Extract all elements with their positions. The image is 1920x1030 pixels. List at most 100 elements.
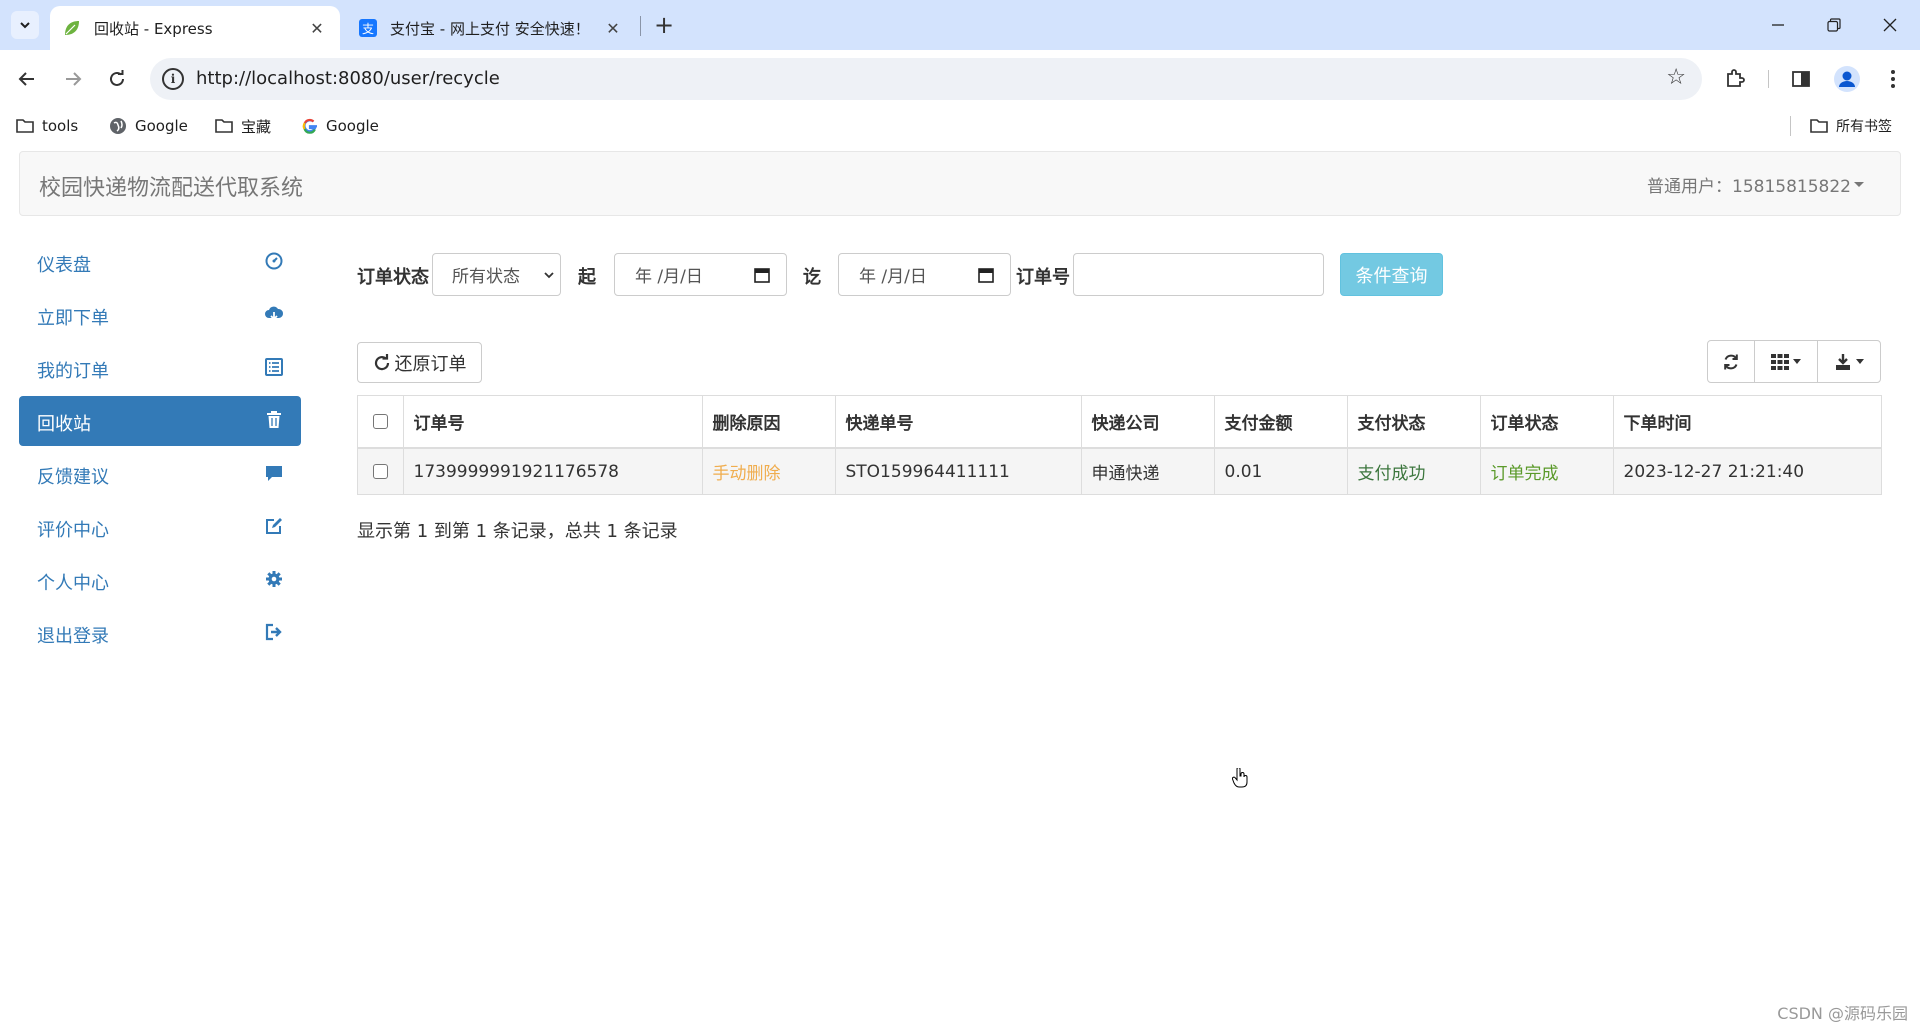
bookmark-tools[interactable]: tools [16,114,78,138]
minimize-button[interactable] [1750,0,1806,50]
table-row[interactable]: 1739999991921176578 手动删除 STO159964411111… [358,448,1881,494]
sidebar: 仪表盘 立即下单 我的订单 回收站 反馈建议 评价中心 个人中心 退出登录 [19,237,301,661]
order-time-cell: 2023-12-27 21:21:40 [1612,448,1881,494]
column-header[interactable]: 支付金额 [1213,396,1347,449]
refresh-table-button[interactable] [1707,340,1755,383]
close-icon[interactable]: ✕ [306,17,328,39]
end-date-placeholder: 年 /月/日 [859,267,927,287]
column-header[interactable]: 删除原因 [701,396,835,449]
minimize-icon [1772,24,1784,26]
bookmark-google-2[interactable]: Google [302,114,379,138]
app-brand[interactable]: 校园快递物流配送代取系统 [39,170,303,202]
user-menu[interactable]: 普通用户：15815815822 [1647,172,1864,197]
column-header[interactable]: 快递公司 [1080,396,1214,449]
restore-window-button[interactable] [1806,0,1862,50]
site-info-icon[interactable]: i [162,68,184,90]
status-filter-select[interactable]: 所有状态 [432,253,561,296]
tab-title: 支付宝 - 网上支付 安全快速！ [390,19,590,38]
tab-alipay[interactable]: 支 支付宝 - 网上支付 安全快速！ ✕ [346,6,636,50]
browser-tab-bar: 回收站 - Express ✕ 支 支付宝 - 网上支付 安全快速！ ✕ + [0,0,1920,50]
sidebar-item-my-orders[interactable]: 我的订单 [19,343,301,393]
chevron-down-icon [20,22,30,29]
side-panel-button[interactable] [1784,62,1818,96]
sidebar-item-label: 回收站 [37,414,91,435]
edit-icon [264,516,284,536]
sidebar-item-reviews[interactable]: 评价中心 [19,502,301,552]
column-header[interactable]: 快递单号 [834,396,1081,449]
address-bar[interactable]: i http://localhost:8080/user/recycle ☆ [150,58,1702,100]
column-header[interactable]: 下单时间 [1612,396,1881,449]
bookmark-treasure[interactable]: 宝藏 [215,114,271,138]
sidebar-item-place-order[interactable]: 立即下单 [19,290,301,340]
bookmarks-bar: tools Google 宝藏 Google 所有书签 [0,108,1920,144]
reload-button[interactable] [100,62,134,96]
all-bookmarks[interactable]: 所有书签 [1810,114,1892,138]
calendar-icon[interactable] [978,267,994,283]
close-icon[interactable]: ✕ [602,17,624,39]
toolbar-divider [1768,70,1769,88]
column-header[interactable]: 订单号 [402,396,702,449]
bookmark-google-1[interactable]: Google [109,114,188,138]
amount-cell: 0.01 [1213,448,1347,494]
bookmark-label: 所有书签 [1836,119,1892,135]
app-navbar: 校园快递物流配送代取系统 普通用户：15815815822 [19,151,1901,216]
close-icon [1883,18,1897,32]
folder-icon [16,118,34,134]
folder-icon [215,118,233,134]
sidebar-item-dashboard[interactable]: 仪表盘 [19,237,301,287]
cog-icon [264,569,284,589]
trash-icon [264,410,284,430]
start-date-input[interactable]: 年 /月/日 [614,253,787,296]
column-header[interactable]: 订单状态 [1479,396,1613,449]
list-icon [264,357,284,377]
end-date-label: 讫 [803,267,821,288]
restore-order-label: 还原订单 [394,353,467,375]
bookmark-star-icon[interactable]: ☆ [1666,65,1686,90]
row-checkbox[interactable] [372,464,388,479]
order-no-label: 订单号 [1016,267,1070,288]
tab-recycle[interactable]: 回收站 - Express ✕ [50,6,340,50]
google-icon [302,118,318,134]
orders-table: 订单号 删除原因 快递单号 快递公司 支付金额 支付状态 订单状态 下单时间 1… [357,395,1882,495]
back-button[interactable] [10,62,44,96]
reload-icon [110,70,124,86]
menu-button[interactable] [1876,62,1910,96]
extensions-button[interactable] [1718,62,1752,96]
sidebar-item-feedback[interactable]: 反馈建议 [19,449,301,499]
restore-window-icon [1827,18,1841,32]
leaf-icon [62,18,82,38]
close-window-button[interactable] [1862,0,1918,50]
export-button[interactable] [1817,340,1881,383]
start-date-placeholder: 年 /月/日 [635,267,703,287]
query-button[interactable]: 条件查询 [1340,253,1443,296]
calendar-icon[interactable] [754,267,770,283]
grid-icon [1771,353,1789,370]
order-no-input[interactable] [1073,253,1324,296]
profile-button[interactable] [1830,62,1864,96]
tracking-no-cell: STO159964411111 [834,448,1081,494]
sidebar-item-label: 个人中心 [37,573,109,594]
new-tab-button[interactable]: + [650,11,678,39]
pagination-info: 显示第 1 到第 1 条记录，总共 1 条记录 [357,521,678,542]
columns-toggle-button[interactable] [1754,340,1818,383]
sidebar-item-logout[interactable]: 退出登录 [19,608,301,658]
export-icon [1836,353,1850,370]
tab-search-button[interactable] [11,11,39,39]
column-header[interactable]: 支付状态 [1346,396,1480,449]
user-name: 普通用户：15815815822 [1647,177,1851,197]
order-no-cell: 1739999991921176578 [402,448,702,494]
dashboard-icon [264,251,284,271]
restore-order-button[interactable]: 还原订单 [357,342,482,383]
arrow-left-icon [18,72,34,86]
sidebar-item-recycle[interactable]: 回收站 [19,396,301,446]
forward-button[interactable] [56,62,90,96]
url-text[interactable]: http://localhost:8080/user/recycle [196,68,500,89]
svg-text:支: 支 [362,22,374,36]
sidebar-item-profile[interactable]: 个人中心 [19,555,301,605]
select-all-checkbox[interactable] [372,414,388,429]
logout-icon [264,622,284,642]
sidebar-item-label: 评价中心 [37,520,109,541]
end-date-input[interactable]: 年 /月/日 [838,253,1011,296]
select-all-checkbox-cell [358,396,403,449]
caret-down-icon [1856,359,1864,364]
